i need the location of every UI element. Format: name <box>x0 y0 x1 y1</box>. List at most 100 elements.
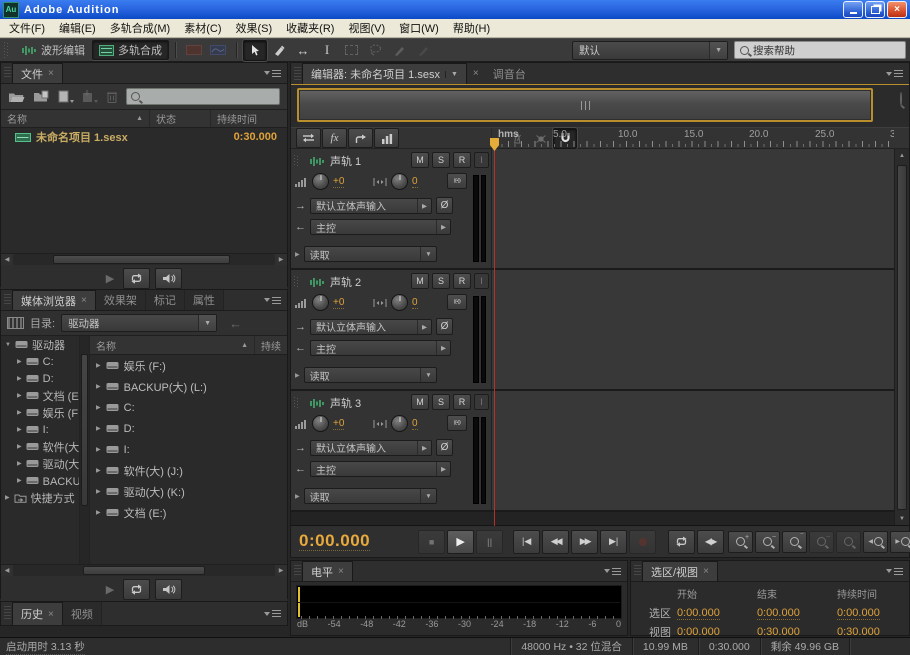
drive-row[interactable]: ▶C: <box>90 397 287 418</box>
track-input-select[interactable]: 默认立体声输入▶ <box>310 440 432 456</box>
volume-value[interactable]: +0 <box>333 176 344 188</box>
chevron-right-icon[interactable]: ▶ <box>17 358 22 365</box>
minimize-button[interactable] <box>843 1 863 18</box>
tree-root[interactable]: ▼驱动器 <box>1 336 79 353</box>
menu-multitrack[interactable]: 多轨合成(M) <box>103 20 178 36</box>
scroll-thumb[interactable] <box>53 255 230 264</box>
tracks-vscrollbar[interactable]: ▲ ▼ <box>894 149 909 526</box>
zoom-in-point-button[interactable]: ◀ <box>863 531 888 553</box>
drag-handle[interactable] <box>294 155 299 167</box>
preview-play-button[interactable]: ▶ <box>106 272 114 285</box>
tab-history[interactable]: 历史 × <box>12 602 63 625</box>
pan-knob[interactable] <box>391 294 408 311</box>
pan-knob[interactable] <box>391 173 408 190</box>
phase-button[interactable]: Ø <box>436 318 453 335</box>
rectangle-marquee-tool[interactable] <box>339 40 363 61</box>
scroll-down-icon[interactable]: ▼ <box>895 512 909 526</box>
back-icon[interactable]: ← <box>229 316 242 331</box>
chevron-right-icon[interactable]: ▶ <box>96 446 101 453</box>
monitor-button[interactable]: ((•)) <box>447 415 467 431</box>
solo-button[interactable]: S <box>432 394 450 410</box>
scroll-thumb[interactable] <box>897 165 907 510</box>
tab-files[interactable]: 文件 × <box>12 63 63 83</box>
close-tab-icon[interactable]: × <box>473 68 479 79</box>
panel-menu-icon[interactable] <box>886 568 903 575</box>
show-effects-icon[interactable]: fx <box>322 128 347 148</box>
record-button[interactable] <box>629 530 656 554</box>
loop-playback-button[interactable] <box>668 530 695 554</box>
drive-row[interactable]: ▶I: <box>90 439 287 460</box>
insert-into-multitrack-icon[interactable] <box>82 90 98 103</box>
new-item-icon[interactable] <box>58 90 74 103</box>
panel-grip[interactable] <box>4 67 11 79</box>
chevron-right-icon[interactable]: ▶ <box>17 443 22 450</box>
pan-value[interactable]: 0 <box>412 297 418 309</box>
selection-start[interactable]: 0:00.000 <box>677 607 720 620</box>
drive-row[interactable]: ▶D: <box>90 418 287 439</box>
tree-item[interactable]: ▶D: <box>1 370 79 387</box>
volume-knob[interactable] <box>312 173 329 190</box>
zoom-out-time-button[interactable]: − <box>755 531 780 553</box>
close-tab-icon[interactable]: × <box>703 566 709 577</box>
track-lane[interactable] <box>492 270 909 389</box>
files-search-field[interactable] <box>126 88 280 105</box>
spectral-pitch-icon[interactable] <box>206 40 230 61</box>
volume-knob[interactable] <box>312 294 329 311</box>
trash-icon[interactable] <box>106 90 118 103</box>
rewind-button[interactable]: ◀◀ <box>542 530 569 554</box>
scroll-right-icon[interactable]: ▶ <box>275 254 287 265</box>
chevron-right-icon[interactable]: ▶ <box>17 477 22 484</box>
view-mode-icon[interactable] <box>7 317 24 329</box>
track-lane[interactable] <box>492 391 909 510</box>
waveform-editor-button[interactable]: 波形编辑 <box>14 40 92 60</box>
pan-knob[interactable] <box>391 415 408 432</box>
mute-button[interactable]: M <box>411 394 429 410</box>
track-output-select[interactable]: 主控▶ <box>310 461 451 477</box>
scroll-thumb[interactable] <box>83 566 205 575</box>
razor-tool[interactable] <box>267 40 291 61</box>
restore-button[interactable] <box>865 1 885 18</box>
drag-handle[interactable] <box>294 276 299 288</box>
pan-value[interactable]: 0 <box>412 176 418 188</box>
menu-favorites[interactable]: 收藏夹(R) <box>279 20 341 36</box>
panel-menu-icon[interactable] <box>604 568 621 575</box>
tab-editor[interactable]: 编辑器: 未命名项目 1.sesx ▼ <box>302 63 467 84</box>
directory-select[interactable]: 驱动器 ▼ <box>61 314 217 332</box>
spectral-frequency-icon[interactable] <box>182 40 206 61</box>
chevron-right-icon[interactable]: ▶ <box>96 509 101 516</box>
marquee-ibeam-tool[interactable]: I <box>315 40 339 61</box>
monitor-button[interactable]: ((•)) <box>447 294 467 310</box>
chevron-right-icon[interactable]: ▶ <box>17 460 22 467</box>
chevron-right-icon[interactable]: ▶ <box>17 409 22 416</box>
time-selection-tool[interactable]: ↔ <box>291 40 315 61</box>
column-name[interactable]: 名称 <box>96 338 116 353</box>
zoom-out-amplitude-button[interactable]: − <box>809 531 834 553</box>
scroll-left-icon[interactable]: ◀ <box>1 254 13 265</box>
drive-row[interactable]: ▶BACKUP(大) (L:) <box>90 376 287 397</box>
editor-tab-dropdown-icon[interactable]: ▼ <box>445 71 458 78</box>
tree-item[interactable]: ▶I: <box>1 421 79 438</box>
menu-clip[interactable]: 素材(C) <box>177 20 228 36</box>
help-search-box[interactable]: 搜索帮助 <box>734 41 906 59</box>
expander-icon[interactable]: ▶ <box>295 493 300 500</box>
tab-video[interactable]: 视频 <box>63 602 102 625</box>
panel-grip[interactable] <box>294 565 301 577</box>
drive-row[interactable]: ▶娱乐 (F:) <box>90 355 287 376</box>
selection-end[interactable]: 0:00.000 <box>757 607 800 620</box>
automation-mode-select[interactable]: 读取▼ <box>304 367 437 383</box>
track-name[interactable]: 声轨 2 <box>330 274 361 290</box>
close-tab-icon[interactable]: × <box>48 609 54 620</box>
chevron-right-icon[interactable]: ▶ <box>96 467 101 474</box>
track-input-select[interactable]: 默认立体声输入▶ <box>310 198 432 214</box>
preview-play-button[interactable]: ▶ <box>106 583 114 596</box>
tab-mixer[interactable]: 调音台 <box>485 63 534 84</box>
pause-button[interactable]: || <box>476 530 503 554</box>
zoom-in-time-button[interactable]: + <box>728 531 753 553</box>
phase-button[interactable]: Ø <box>436 197 453 214</box>
volume-value[interactable]: +0 <box>333 297 344 309</box>
tab-effects-rack[interactable]: 效果架 <box>96 290 146 310</box>
volume-knob[interactable] <box>312 415 329 432</box>
chevron-expanded-icon[interactable]: ▼ <box>5 342 11 348</box>
workspace-select[interactable]: 默认 ▼ <box>572 41 728 60</box>
crossfade-icon[interactable] <box>296 128 321 148</box>
